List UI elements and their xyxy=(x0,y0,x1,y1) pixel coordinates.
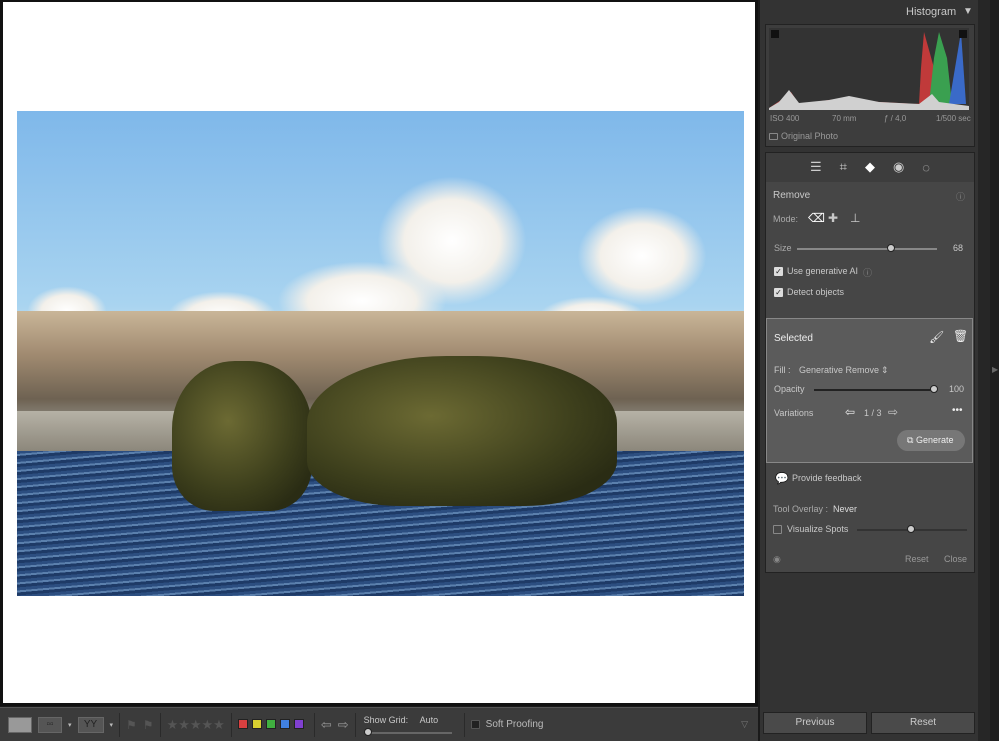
color-label-swatch[interactable] xyxy=(279,718,290,729)
red-eye-icon[interactable]: ◉ xyxy=(893,159,904,175)
generate-button[interactable]: ⧉ Generate xyxy=(897,430,965,451)
visualize-spots-checkbox[interactable] xyxy=(773,525,782,534)
panel-scrollbar[interactable] xyxy=(978,0,990,741)
variations-label: Variations xyxy=(774,408,814,418)
size-slider-handle[interactable] xyxy=(887,244,895,252)
panel-edge: ▶ xyxy=(990,0,999,741)
previous-variation-icon[interactable]: ⇦ xyxy=(845,405,855,419)
color-labels[interactable] xyxy=(237,718,308,731)
soft-proofing-label: Soft Proofing xyxy=(485,719,544,730)
opacity-value[interactable]: 100 xyxy=(949,384,964,394)
size-slider[interactable] xyxy=(797,248,937,250)
shutter-speed: 1/500 sec xyxy=(936,114,971,123)
visualize-spots-label: Visualize Spots xyxy=(787,524,849,534)
crop-icon[interactable]: ⌗ xyxy=(840,159,847,175)
edit-icon[interactable]: ☰ xyxy=(810,159,822,175)
provide-feedback-link[interactable]: Provide feedback xyxy=(792,473,862,483)
original-photo-label: Original Photo xyxy=(781,131,839,141)
generate-icon: ⧉ xyxy=(907,435,914,445)
next-variation-icon[interactable]: ⇨ xyxy=(888,405,898,419)
variations-value: 1 / 3 xyxy=(864,408,882,418)
clone-mode-icon[interactable]: ⊥ xyxy=(850,211,860,225)
right-panel: Histogram ▼ ISO 400 70 mm ƒ / 4,0 1/500 … xyxy=(760,0,978,741)
remove-icon[interactable]: ◆ xyxy=(865,159,875,175)
show-grid-select[interactable]: Auto xyxy=(420,715,439,725)
soft-proofing-checkbox[interactable] xyxy=(470,720,480,729)
show-grid-label: Show Grid: xyxy=(363,714,409,725)
expand-panel-icon[interactable]: ▶ xyxy=(992,365,998,374)
eye-icon[interactable]: ◉ xyxy=(773,554,781,565)
mode-label: Mode: xyxy=(773,214,799,224)
color-label-swatch[interactable] xyxy=(251,718,262,729)
brush-icon[interactable]: 🖌 xyxy=(929,330,944,344)
masking-icon[interactable]: ◌ xyxy=(922,160,930,175)
help-icon[interactable]: ⓘ xyxy=(956,190,965,203)
size-label: Size xyxy=(774,243,792,253)
aperture: ƒ / 4,0 xyxy=(884,114,907,123)
flag-icon[interactable]: ⚑ xyxy=(126,718,137,732)
original-photo-checkbox[interactable] xyxy=(769,133,778,140)
chevron-down-icon[interactable]: ▾ xyxy=(110,721,114,729)
detect-objects-label: Detect objects xyxy=(787,287,845,297)
chevron-down-icon[interactable]: ▾ xyxy=(68,721,72,729)
histogram-title[interactable]: Histogram xyxy=(906,6,956,18)
tool-overlay-select[interactable]: Never xyxy=(833,504,857,514)
focal-length: 70 mm xyxy=(832,114,857,123)
iso-value: ISO 400 xyxy=(770,114,800,123)
selected-title: Selected xyxy=(774,333,813,344)
generate-label: Generate xyxy=(915,435,954,445)
star-rating[interactable]: ★★★★★ xyxy=(167,717,225,733)
trash-icon[interactable]: 🗑 xyxy=(953,329,968,343)
opacity-label: Opacity xyxy=(774,384,805,394)
use-generative-ai-checkbox[interactable]: ✓ xyxy=(774,267,783,276)
previous-button[interactable]: Previous xyxy=(763,712,867,734)
visualize-spots-handle[interactable] xyxy=(907,525,915,533)
info-icon[interactable]: ⓘ xyxy=(863,266,872,279)
tool-overlay-label: Tool Overlay : xyxy=(773,504,829,514)
toolbar-menu-icon[interactable]: ▽ xyxy=(741,719,748,730)
bottom-toolbar: ▫▫ ▾ YY ▾ ⚑ ⚑ ★★★★★ ⇦ ⇨ Show Grid: Auto … xyxy=(0,707,758,741)
more-icon[interactable]: ••• xyxy=(952,405,963,416)
opacity-slider[interactable] xyxy=(814,389,936,391)
selected-panel: Selected 🖌 🗑 Fill : Generative Remove ⇕ … xyxy=(766,318,973,463)
remove-mode-icon[interactable]: ⌫ xyxy=(808,211,825,225)
close-link[interactable]: Close xyxy=(944,554,967,564)
show-grid-control: Show Grid: Auto xyxy=(362,711,458,739)
survey-view-button[interactable]: YY xyxy=(77,716,104,733)
photo[interactable] xyxy=(17,111,744,596)
detect-objects-checkbox[interactable]: ✓ xyxy=(774,288,783,297)
next-photo-icon[interactable]: ⇨ xyxy=(338,717,349,733)
reset-button[interactable]: Reset xyxy=(871,712,975,734)
compare-view-button[interactable]: ▫▫ xyxy=(38,716,62,733)
fill-select[interactable]: Generative Remove xyxy=(799,365,879,375)
remove-panel: ☰ ⌗ ◆ ◉ ◌ Remove ⓘ Mode: ⌫ ✚ ⊥ Size 68 ✓… xyxy=(765,152,975,573)
reject-flag-icon[interactable]: ⚑ xyxy=(143,718,154,732)
size-value[interactable]: 68 xyxy=(953,243,963,253)
histogram-graph xyxy=(769,28,969,110)
fill-label: Fill : xyxy=(774,365,791,375)
opacity-slider-handle[interactable] xyxy=(930,385,938,393)
loupe-view-button[interactable] xyxy=(8,716,32,733)
color-label-swatch[interactable] xyxy=(265,718,276,729)
select-arrows-icon[interactable]: ⇕ xyxy=(881,365,889,376)
color-label-swatch[interactable] xyxy=(293,718,304,729)
grid-slider-handle[interactable] xyxy=(363,727,372,736)
previous-photo-icon[interactable]: ⇦ xyxy=(321,717,332,733)
heal-mode-icon[interactable]: ✚ xyxy=(828,211,838,225)
remove-title: Remove xyxy=(773,190,811,201)
feedback-icon: 💬 xyxy=(775,473,789,485)
color-label-swatch[interactable] xyxy=(237,718,248,729)
use-generative-ai-label: Use generative AI xyxy=(787,266,859,276)
histogram-panel: ISO 400 70 mm ƒ / 4,0 1/500 sec Original… xyxy=(765,24,975,147)
reset-link[interactable]: Reset xyxy=(905,554,929,564)
collapse-icon[interactable]: ▼ xyxy=(963,6,973,17)
